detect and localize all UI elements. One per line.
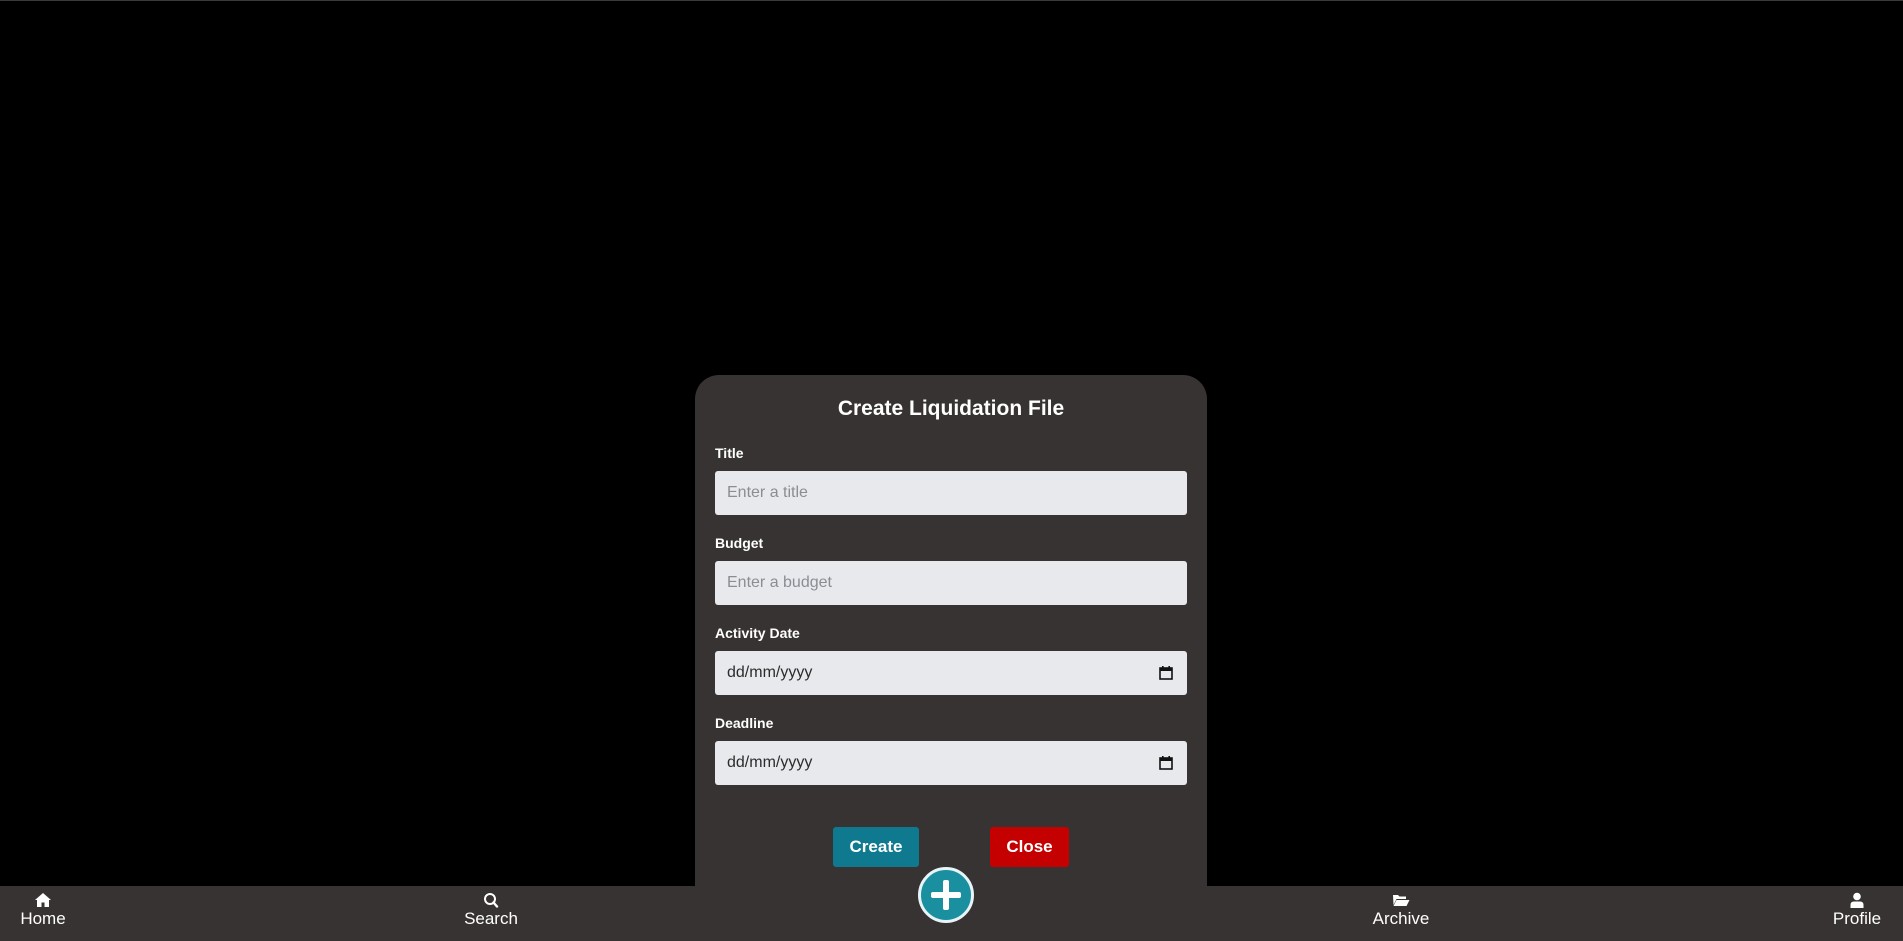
calendar-icon[interactable] (1159, 756, 1173, 770)
budget-label: Budget (715, 535, 764, 551)
activity-date-placeholder: dd/mm/yyyy (727, 664, 813, 681)
nav-item-search[interactable]: Search (456, 892, 526, 929)
create-button[interactable]: Create (833, 827, 919, 867)
plus-icon (931, 880, 961, 910)
activity-date-label: Activity Date (715, 625, 800, 641)
user-icon (1850, 892, 1864, 908)
nav-label-home: Home (20, 909, 66, 928)
nav-item-home[interactable]: Home (12, 892, 74, 929)
deadline-input[interactable]: dd/mm/yyyy (715, 741, 1187, 785)
title-label: Title (715, 445, 744, 461)
deadline-placeholder: dd/mm/yyyy (727, 754, 813, 771)
nav-item-archive[interactable]: Archive (1366, 892, 1436, 929)
create-liquidation-modal: Create Liquidation File Title Budget Act… (695, 375, 1207, 887)
folder-open-icon (1393, 895, 1410, 906)
nav-label-profile: Profile (1832, 909, 1882, 928)
nav-label-archive: Archive (1372, 909, 1430, 928)
modal-title: Create Liquidation File (837, 397, 1065, 420)
calendar-icon[interactable] (1159, 666, 1173, 680)
home-icon (35, 893, 51, 907)
nav-item-profile[interactable]: Profile (1822, 892, 1892, 929)
top-border (0, 0, 1903, 1)
budget-input[interactable] (715, 561, 1187, 605)
search-icon (484, 893, 499, 908)
close-button[interactable]: Close (990, 827, 1069, 867)
activity-date-input[interactable]: dd/mm/yyyy (715, 651, 1187, 695)
nav-label-search: Search (464, 909, 518, 928)
add-button[interactable] (918, 867, 974, 923)
title-input[interactable] (715, 471, 1187, 515)
deadline-label: Deadline (715, 715, 774, 731)
